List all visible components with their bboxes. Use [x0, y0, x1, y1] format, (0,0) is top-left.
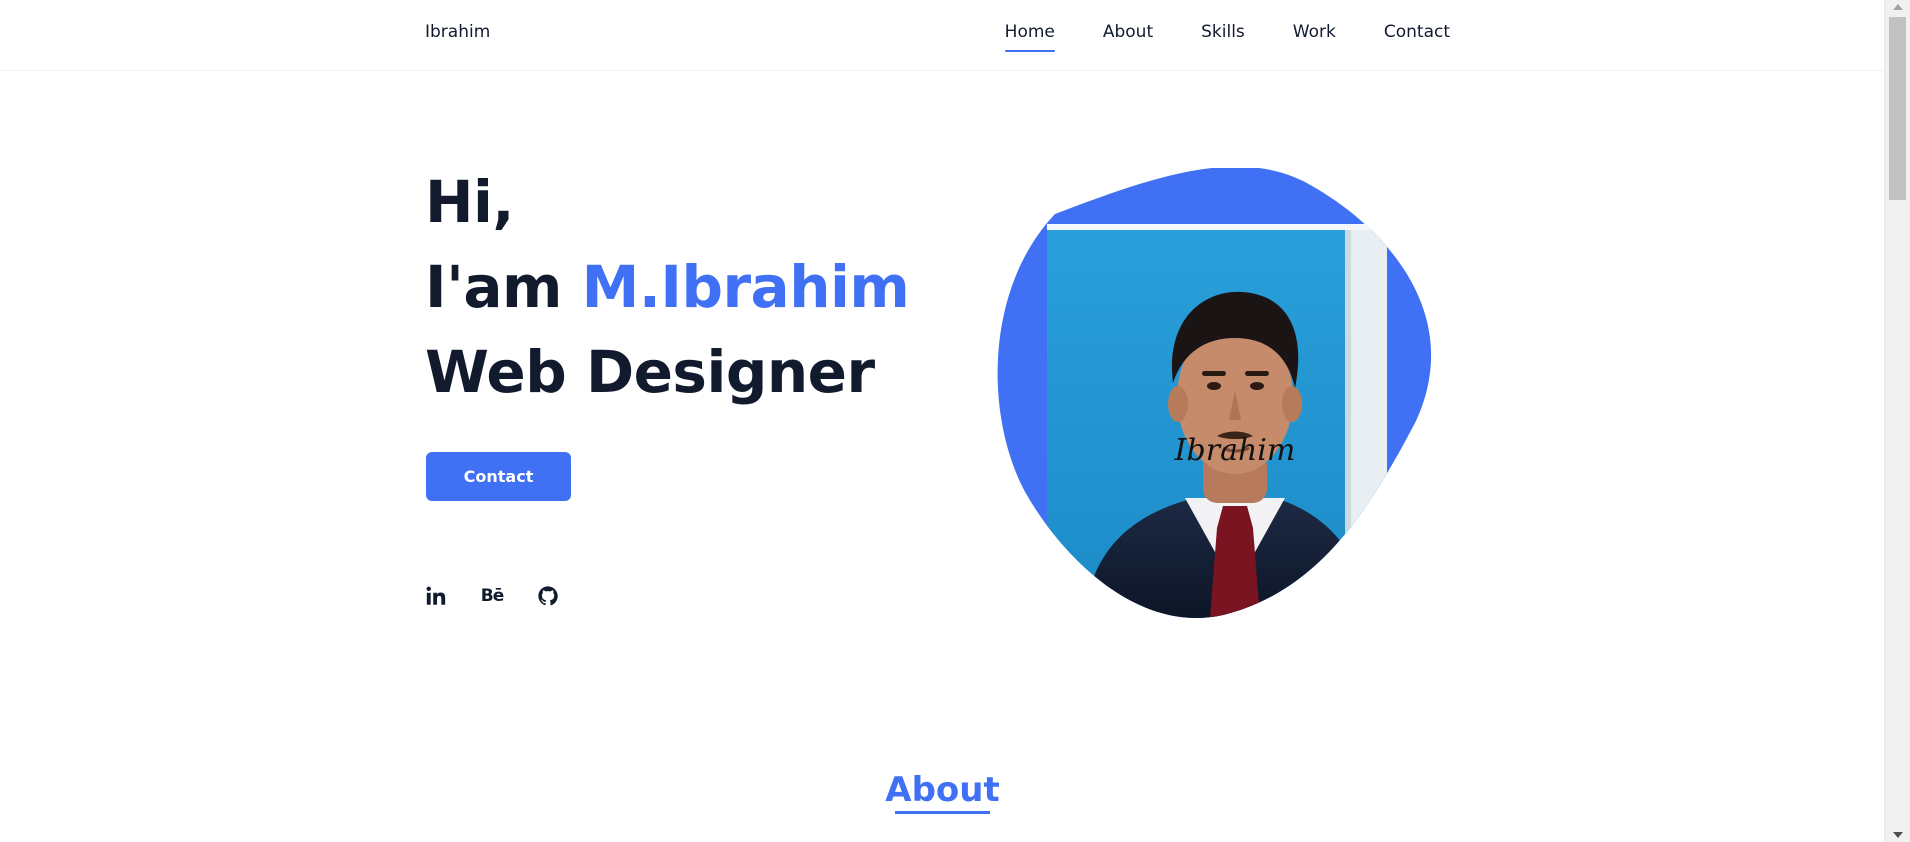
scroll-down-arrow-icon[interactable]: [1893, 832, 1903, 838]
page: Ibrahim Home About Skills Work Contact H…: [0, 0, 1910, 842]
hero-role: Web Designer: [425, 338, 875, 406]
scrollbar-thumb[interactable]: [1889, 17, 1906, 200]
hero-name: M.Ibrahim: [581, 253, 910, 321]
profile-image-blob: Ibrahim: [995, 168, 1455, 618]
about-section-title: About: [0, 770, 1885, 814]
hero-greeting: Hi,: [425, 168, 514, 236]
github-icon[interactable]: [536, 584, 560, 608]
behance-icon[interactable]: Bē: [480, 584, 504, 608]
about-title-text: About: [885, 770, 1000, 810]
contact-button[interactable]: Contact: [426, 452, 571, 501]
nav-link-home[interactable]: Home: [1004, 22, 1056, 52]
about-title-underline: [895, 811, 990, 814]
photo-signature: Ibrahim: [1174, 433, 1296, 468]
hero-intro-line: I'am M.Ibrahim: [425, 245, 910, 330]
profile-photo: Ibrahim: [997, 168, 1432, 618]
site-header: Ibrahim Home About Skills Work Contact: [0, 0, 1885, 71]
nav-link-about[interactable]: About: [1103, 22, 1153, 50]
social-links: Bē: [424, 584, 560, 608]
behance-label: Bē: [480, 586, 504, 606]
site-logo[interactable]: Ibrahim: [425, 22, 490, 42]
vertical-scrollbar[interactable]: [1884, 0, 1910, 842]
scroll-up-arrow-icon[interactable]: [1893, 4, 1903, 10]
about-title-wrap: About: [885, 770, 1000, 814]
nav-link-skills[interactable]: Skills: [1201, 22, 1245, 50]
nav-link-work[interactable]: Work: [1293, 22, 1336, 50]
linkedin-icon[interactable]: [424, 584, 448, 608]
main-nav: Home About Skills Work Contact: [1004, 22, 1450, 52]
hero-intro-prefix: I'am: [425, 253, 582, 321]
nav-link-contact[interactable]: Contact: [1384, 22, 1450, 50]
hero-heading: Hi, I'am M.Ibrahim Web Designer: [425, 160, 910, 415]
